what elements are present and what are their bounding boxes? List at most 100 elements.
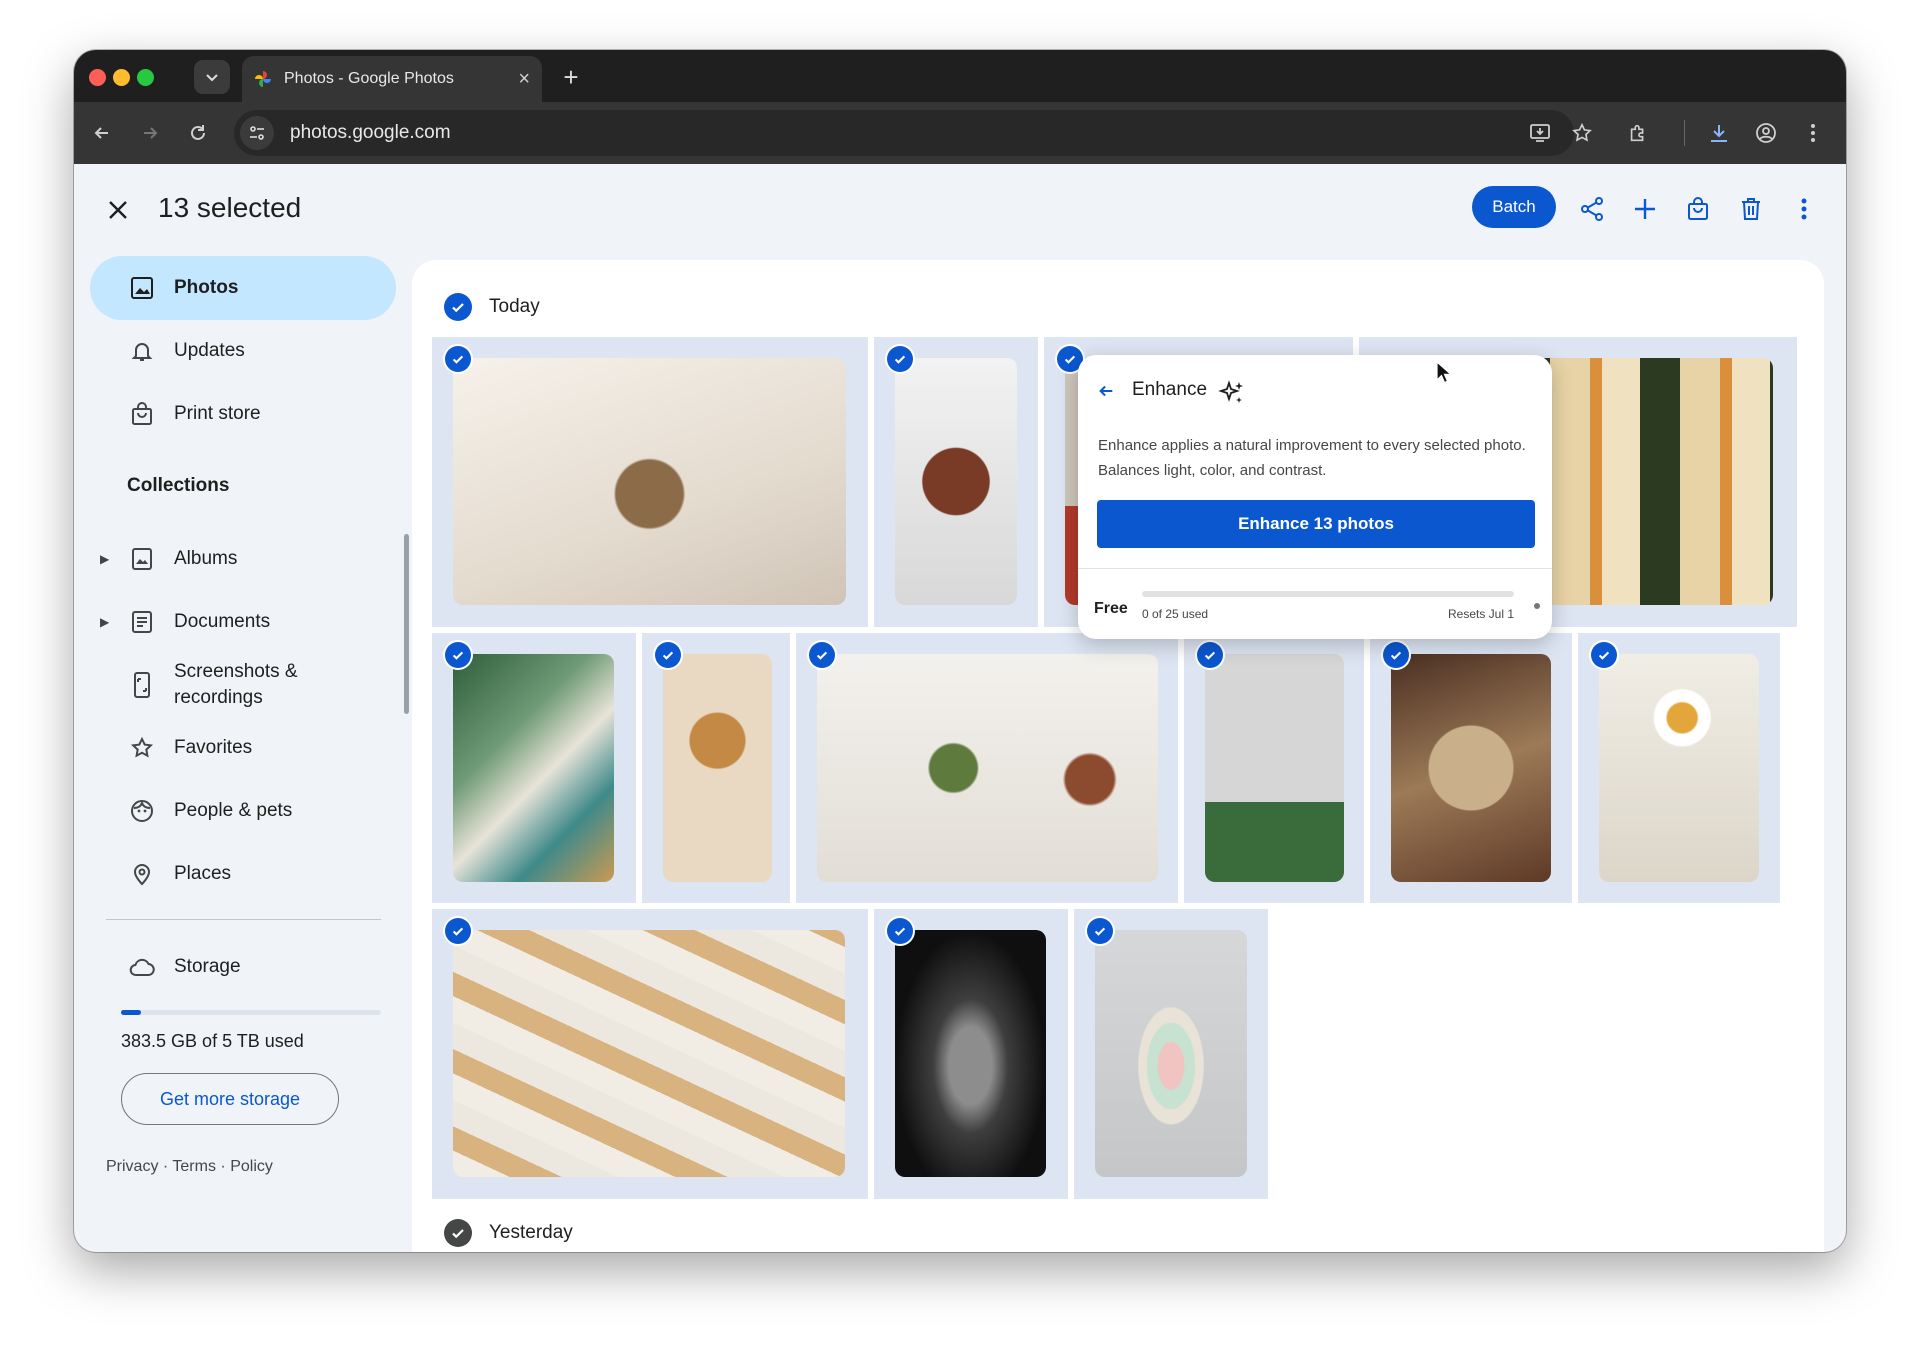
bookmark-button[interactable] <box>1564 115 1600 151</box>
photo-select-checkbox[interactable] <box>1087 918 1113 944</box>
sidebar-item-storage[interactable]: Storage <box>90 935 396 999</box>
add-to-button[interactable] <box>1625 189 1665 229</box>
album-icon <box>128 545 156 573</box>
enhance-photos-button[interactable]: Enhance 13 photos <box>1097 500 1535 548</box>
photo-select-checkbox[interactable] <box>1383 642 1409 668</box>
profile-button[interactable] <box>1748 115 1784 151</box>
sidebar-item-favorites[interactable]: Favorites <box>90 716 396 780</box>
close-tab-icon[interactable]: × <box>518 68 530 91</box>
browser-toolbar: photos.google.com <box>74 102 1846 164</box>
terms-link[interactable]: Terms <box>172 1158 216 1175</box>
photo-select-checkbox[interactable] <box>445 642 471 668</box>
toolbar-divider <box>1684 120 1685 146</box>
share-icon <box>1581 197 1603 221</box>
sidebar-item-label: Updates <box>174 340 245 361</box>
minimize-window-button[interactable] <box>113 69 130 86</box>
browser-tab[interactable]: Photos - Google Photos × <box>242 56 542 102</box>
add-icon <box>1635 199 1655 219</box>
photo-select-checkbox[interactable] <box>655 642 681 668</box>
install-app-button[interactable] <box>1522 115 1558 151</box>
tab-search-button[interactable] <box>194 60 230 94</box>
sidebar-item-updates[interactable]: Updates <box>90 319 396 383</box>
maximize-window-button[interactable] <box>137 69 154 86</box>
rainbow-macrame-photo <box>1095 930 1247 1177</box>
order-photos-button[interactable] <box>1678 189 1718 229</box>
photo-tile[interactable] <box>1578 633 1780 903</box>
photo-select-checkbox[interactable] <box>809 642 835 668</box>
delete-button[interactable] <box>1731 189 1771 229</box>
sidebar-item-photos[interactable]: Photos <box>90 256 396 320</box>
sidebar-item-people-pets[interactable]: People & pets <box>90 779 396 843</box>
checkmark-icon <box>452 927 464 936</box>
sidebar-item-documents[interactable]: ▶ Documents <box>90 590 396 654</box>
sidebar-item-label: Storage <box>174 956 241 977</box>
back-button[interactable] <box>84 115 120 151</box>
checkmark-icon <box>816 651 828 660</box>
get-more-storage-button[interactable]: Get more storage <box>121 1073 339 1125</box>
photo-select-checkbox[interactable] <box>1591 642 1617 668</box>
checkmark-icon <box>894 355 906 364</box>
photo-tile[interactable] <box>874 909 1068 1199</box>
more-options-button[interactable] <box>1784 189 1824 229</box>
expand-arrow-icon[interactable]: ▶ <box>100 615 109 629</box>
photo-tile[interactable] <box>432 337 868 627</box>
address-bar[interactable]: photos.google.com <box>234 110 1574 156</box>
document-icon <box>128 608 156 636</box>
photo-select-checkbox[interactable] <box>445 918 471 944</box>
photo-select-checkbox[interactable] <box>1197 642 1223 668</box>
usage-progress-bar <box>1142 591 1514 597</box>
sidebar-scrollbar[interactable] <box>404 534 409 714</box>
checkmark-icon <box>894 927 906 936</box>
footer-separator: · <box>220 1158 231 1175</box>
checkmark-icon <box>452 651 464 660</box>
forward-button[interactable] <box>132 115 168 151</box>
macrame-wall-photo <box>1205 654 1344 882</box>
policy-link[interactable]: Policy <box>230 1158 273 1175</box>
browser-menu-button[interactable] <box>1795 115 1831 151</box>
extensions-button[interactable] <box>1620 115 1656 151</box>
photo-tile[interactable] <box>874 337 1038 627</box>
phone-icon <box>128 671 156 699</box>
share-button[interactable] <box>1572 189 1612 229</box>
photo-tile[interactable] <box>642 633 790 903</box>
crochet-daisy-photo <box>1599 654 1759 882</box>
shopping-bag-icon <box>128 400 156 428</box>
site-info-button[interactable] <box>240 116 274 150</box>
sidebar-item-label: Favorites <box>174 737 253 758</box>
reload-button[interactable] <box>180 115 216 151</box>
sidebar-item-albums[interactable]: ▶ Albums <box>90 527 396 591</box>
storage-progress-bar <box>121 1010 381 1015</box>
usage-text: 0 of 25 used <box>1142 607 1209 621</box>
photo-select-checkbox[interactable] <box>887 346 913 372</box>
close-window-button[interactable] <box>89 69 106 86</box>
photo-tile[interactable] <box>432 633 636 903</box>
date-header-today: Today <box>444 293 540 321</box>
new-tab-button[interactable]: + <box>554 60 588 94</box>
popup-back-button[interactable] <box>1094 379 1118 403</box>
date-header-yesterday: Yesterday <box>444 1219 573 1247</box>
photo-tile[interactable] <box>1184 633 1364 903</box>
photo-tile[interactable] <box>1370 633 1572 903</box>
sidebar-item-print-store[interactable]: Print store <box>90 382 396 446</box>
clear-selection-button[interactable] <box>96 188 140 232</box>
photo-select-checkbox[interactable] <box>445 346 471 372</box>
sidebar-item-screenshots[interactable]: Screenshots & recordings <box>90 653 396 717</box>
photo-select-checkbox[interactable] <box>887 918 913 944</box>
shopping-bag-icon <box>1688 197 1708 220</box>
tab-title: Photos - Google Photos <box>284 70 454 87</box>
select-all-yesterday-checkbox[interactable] <box>444 1219 472 1247</box>
batch-button[interactable]: Batch <box>1472 186 1556 228</box>
expand-arrow-icon[interactable]: ▶ <box>100 552 109 566</box>
photo-tile[interactable] <box>796 633 1178 903</box>
privacy-link[interactable]: Privacy <box>106 1158 158 1175</box>
sidebar-item-places[interactable]: Places <box>90 842 396 906</box>
select-all-today-checkbox[interactable] <box>444 293 472 321</box>
checkmark-icon <box>452 303 464 313</box>
photo-tile[interactable] <box>432 909 868 1199</box>
cloud-icon <box>128 953 156 981</box>
storage-progress-fill <box>121 1010 142 1015</box>
download-icon <box>1711 125 1727 142</box>
photo-tile[interactable] <box>1074 909 1268 1199</box>
vintage-flatlay-photo <box>817 654 1158 882</box>
downloads-button[interactable] <box>1701 115 1737 151</box>
